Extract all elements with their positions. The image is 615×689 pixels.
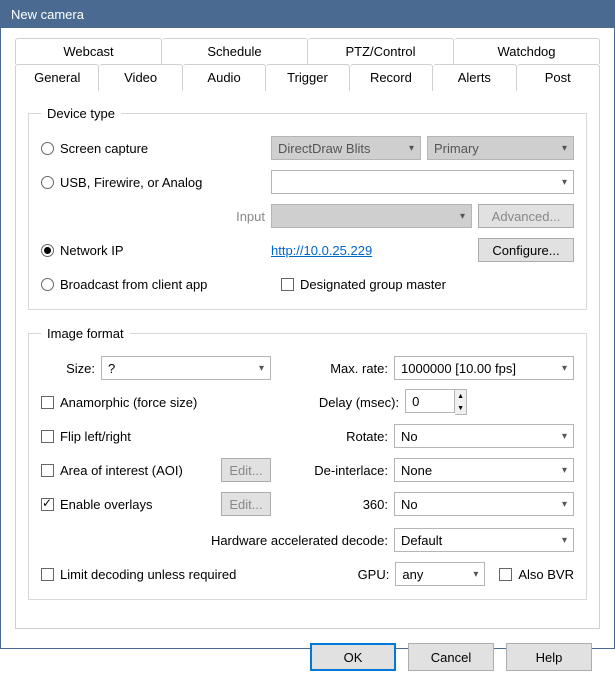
dialog-window: New camera Webcast Schedule PTZ/Control …: [0, 0, 615, 649]
dialog-footer: OK Cancel Help: [1, 629, 614, 689]
chevron-down-icon: ▾: [562, 363, 567, 374]
tabs-row-top: Webcast Schedule PTZ/Control Watchdog: [15, 38, 600, 64]
rotate-select[interactable]: No▾: [394, 424, 574, 448]
overlays-edit-button[interactable]: Edit...: [221, 492, 271, 516]
image-format-group: Image format Size: ?▾ Max. rate: 1000000…: [28, 326, 587, 600]
chevron-down-icon: ▾: [562, 535, 567, 546]
radio-network-ip[interactable]: Network IP: [41, 243, 271, 258]
also-bvr-checkbox[interactable]: Also BVR: [499, 567, 574, 582]
anamorphic-checkbox[interactable]: Anamorphic (force size): [41, 395, 271, 410]
spin-up-icon[interactable]: ▲: [455, 390, 466, 402]
tab-alerts[interactable]: Alerts: [433, 64, 516, 91]
checkbox-icon: [499, 568, 512, 581]
tabs-row-bottom: General Video Audio Trigger Record Alert…: [15, 64, 600, 91]
tab-schedule[interactable]: Schedule: [162, 38, 308, 64]
checkbox-icon: [41, 498, 54, 511]
radio-icon: [41, 142, 54, 155]
360-select[interactable]: No▾: [394, 492, 574, 516]
checkbox-icon: [281, 278, 294, 291]
image-format-legend: Image format: [41, 326, 130, 341]
network-ip-link[interactable]: http://10.0.25.229: [271, 243, 372, 258]
max-rate-label: Max. rate:: [271, 361, 394, 376]
chevron-down-icon: ▾: [562, 499, 567, 510]
radio-usb[interactable]: USB, Firewire, or Analog: [41, 175, 271, 190]
tab-audio[interactable]: Audio: [183, 64, 266, 91]
tab-video[interactable]: Video: [99, 64, 182, 91]
aoi-edit-button[interactable]: Edit...: [221, 458, 271, 482]
checkbox-icon: [41, 430, 54, 443]
tab-body-video: Device type Screen capture DirectDraw Bl…: [15, 90, 600, 629]
checkbox-icon: [41, 464, 54, 477]
deinterlace-label: De-interlace:: [271, 463, 394, 478]
360-label: 360:: [271, 497, 394, 512]
checkbox-icon: [41, 396, 54, 409]
aoi-checkbox[interactable]: Area of interest (AOI): [41, 463, 221, 478]
chevron-down-icon: ▾: [562, 465, 567, 476]
checkbox-icon: [41, 568, 54, 581]
help-button[interactable]: Help: [506, 643, 592, 671]
usb-device-select[interactable]: ▾: [271, 170, 574, 194]
chevron-down-icon: ▾: [409, 143, 414, 154]
screen-capture-method-select[interactable]: DirectDraw Blits▾: [271, 136, 421, 160]
max-rate-select[interactable]: 1000000 [10.00 fps]▾: [394, 356, 574, 380]
size-label: Size:: [41, 361, 101, 376]
chevron-down-icon: ▾: [562, 431, 567, 442]
tab-watchdog[interactable]: Watchdog: [454, 38, 600, 64]
gpu-label: GPU:: [301, 567, 395, 582]
tab-ptz-control[interactable]: PTZ/Control: [308, 38, 454, 64]
chevron-down-icon: ▾: [460, 211, 465, 222]
configure-button[interactable]: Configure...: [478, 238, 574, 262]
spin-down-icon[interactable]: ▼: [455, 402, 466, 414]
ok-button[interactable]: OK: [310, 643, 396, 671]
chevron-down-icon: ▾: [473, 569, 478, 580]
delay-spinner[interactable]: 0 ▲▼: [405, 389, 467, 415]
hw-decode-label: Hardware accelerated decode:: [41, 533, 394, 548]
tab-general[interactable]: General: [15, 64, 99, 91]
chevron-down-icon: ▾: [259, 363, 264, 374]
chevron-down-icon: ▾: [562, 143, 567, 154]
input-label: Input: [41, 209, 271, 224]
limit-decoding-checkbox[interactable]: Limit decoding unless required: [41, 567, 301, 582]
overlays-checkbox[interactable]: Enable overlays: [41, 497, 221, 512]
gpu-select[interactable]: any▾: [395, 562, 485, 586]
window-title: New camera: [11, 7, 84, 22]
radio-icon: [41, 278, 54, 291]
tab-strip: Webcast Schedule PTZ/Control Watchdog Ge…: [15, 38, 600, 91]
advanced-button[interactable]: Advanced...: [478, 204, 574, 228]
screen-capture-monitor-select[interactable]: Primary▾: [427, 136, 574, 160]
hw-decode-select[interactable]: Default▾: [394, 528, 574, 552]
flip-checkbox[interactable]: Flip left/right: [41, 429, 271, 444]
titlebar: New camera: [1, 1, 614, 28]
rotate-label: Rotate:: [271, 429, 394, 444]
chevron-down-icon: ▾: [562, 177, 567, 188]
radio-broadcast[interactable]: Broadcast from client app: [41, 277, 281, 292]
size-select[interactable]: ?▾: [101, 356, 271, 380]
device-type-legend: Device type: [41, 106, 121, 121]
radio-icon: [41, 176, 54, 189]
content-area: Webcast Schedule PTZ/Control Watchdog Ge…: [1, 28, 614, 629]
tab-record[interactable]: Record: [350, 64, 433, 91]
tab-webcast[interactable]: Webcast: [15, 38, 162, 64]
input-select[interactable]: ▾: [271, 204, 472, 228]
tab-post[interactable]: Post: [517, 64, 600, 91]
radio-icon: [41, 244, 54, 257]
cancel-button[interactable]: Cancel: [408, 643, 494, 671]
designated-master-checkbox[interactable]: Designated group master: [281, 277, 446, 292]
deinterlace-select[interactable]: None▾: [394, 458, 574, 482]
delay-label: Delay (msec):: [271, 395, 405, 410]
tab-trigger[interactable]: Trigger: [266, 64, 349, 91]
device-type-group: Device type Screen capture DirectDraw Bl…: [28, 106, 587, 310]
radio-screen-capture[interactable]: Screen capture: [41, 141, 271, 156]
